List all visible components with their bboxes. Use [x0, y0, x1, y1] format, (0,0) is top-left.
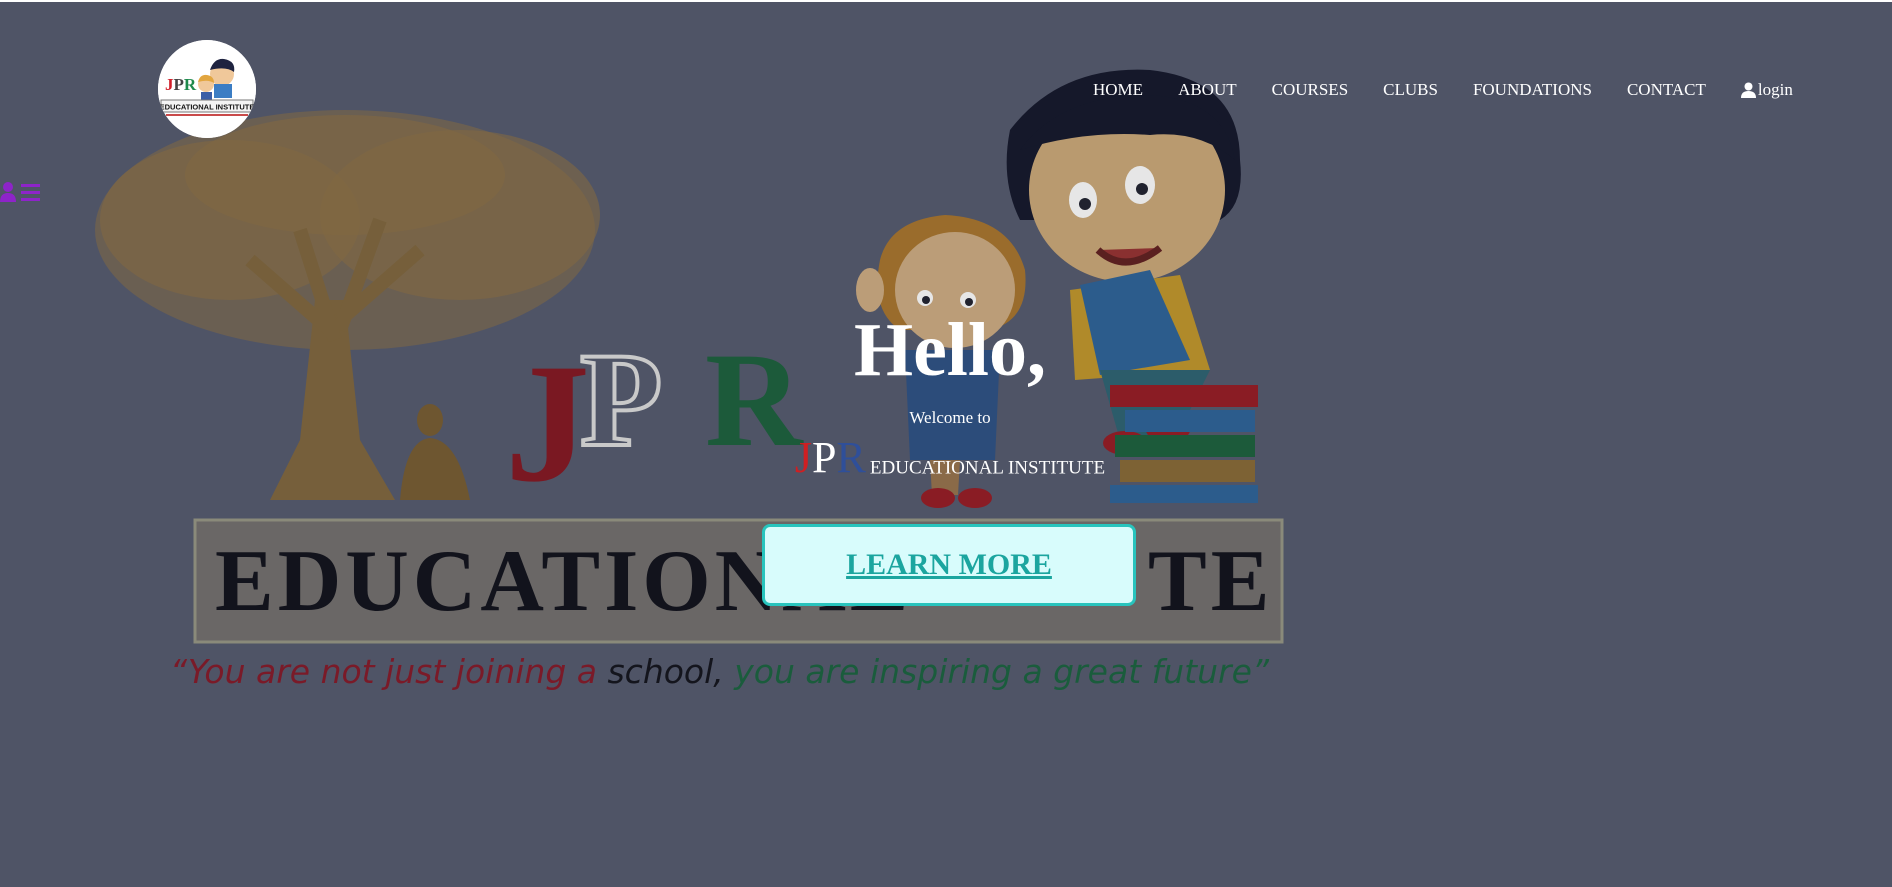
nav-contact[interactable]: CONTACT	[1627, 80, 1706, 100]
banner-text-end: TE	[1148, 533, 1273, 630]
nav-home[interactable]: HOME	[1093, 80, 1143, 100]
brand-letter-p: P	[812, 433, 837, 482]
nav-foundations[interactable]: FOUNDATIONS	[1473, 80, 1592, 100]
user-list-icon	[0, 182, 40, 202]
hero-greeting: Hello,	[853, 308, 1047, 392]
nav-about[interactable]: ABOUT	[1178, 80, 1237, 100]
nav-courses[interactable]: COURSES	[1272, 80, 1349, 100]
logo-institute-text: EDUCATIONAL INSTITUTE	[160, 103, 255, 112]
learn-more-button[interactable]: LEARN MORE	[762, 524, 1136, 606]
brand-letter-j: J	[794, 433, 813, 482]
tagline-text: “You are not just joining a school, you …	[170, 652, 1270, 691]
user-icon	[1740, 82, 1756, 98]
hero-brand-line: JPR EDUCATIONAL INSTITUTE	[0, 432, 1892, 483]
learn-more-label: LEARN MORE	[846, 548, 1052, 581]
main-navigation: HOME ABOUT COURSES CLUBS FOUNDATIONS CON…	[1093, 80, 1793, 100]
brand-letter-r: R	[836, 433, 866, 482]
brand-institute-name: EDUCATIONAL INSTITUTE	[869, 457, 1106, 479]
site-logo[interactable]: JPR EDUCATIONAL INSTITUTE	[158, 40, 256, 138]
side-menu-toggle[interactable]	[0, 181, 42, 208]
logo-image-icon: JPR EDUCATIONAL INSTITUTE	[158, 40, 256, 138]
nav-login[interactable]: login	[1740, 80, 1793, 100]
hero-welcome: Welcome to	[909, 408, 991, 427]
login-label: login	[1757, 80, 1793, 99]
logo-jpr-text: JPR	[165, 75, 197, 94]
nav-clubs[interactable]: CLUBS	[1383, 80, 1438, 100]
